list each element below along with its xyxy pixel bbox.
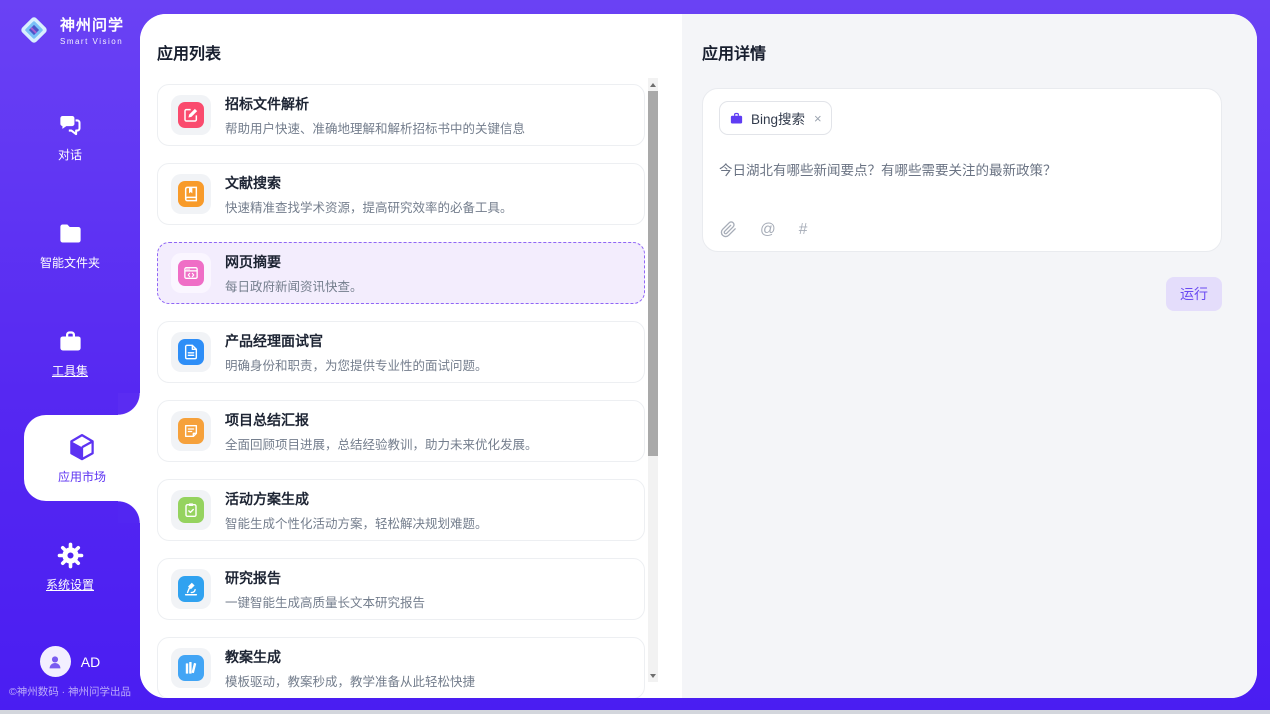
app-card-bid-analysis[interactable]: 招标文件解析 帮助用户快速、准确地理解和解析招标书中的关键信息 [157, 84, 645, 146]
briefcase-icon [57, 328, 84, 355]
app-desc: 全面回顾项目进展，总结经验教训，助力未来优化发展。 [225, 434, 538, 453]
hash-icon[interactable]: # [799, 222, 808, 238]
app-desc: 快速精准查找学术资源，提高研究效率的必备工具。 [225, 197, 513, 216]
microscope-icon [178, 576, 204, 602]
user-icon [46, 653, 64, 671]
app-list: 招标文件解析 帮助用户快速、准确地理解和解析招标书中的关键信息 文献搜索 快速精… [157, 84, 645, 698]
triangle-up-icon [650, 83, 656, 87]
clipboard-check-icon [178, 497, 204, 523]
cube-icon [67, 432, 97, 462]
app-card-lesson-plan[interactable]: 教案生成 模板驱动，教案秒成，教学准备从此轻松快捷 [157, 637, 645, 698]
brand-subtitle: Smart Vision [60, 37, 124, 46]
app-card-web-summary[interactable]: 网页摘要 每日政府新闻资讯快查。 [157, 242, 645, 304]
sidebar-item-label: 系统设置 [46, 576, 94, 593]
books-icon [178, 655, 204, 681]
tool-tag-label: Bing搜索 [751, 108, 805, 128]
prompt-card[interactable]: Bing搜索 × 今日湖北有哪些新闻要点？有哪些需要关注的最新政策？ @ # [702, 88, 1222, 252]
app-title: 教案生成 [225, 647, 475, 667]
sidebar-item-chat[interactable]: 对话 [0, 112, 140, 163]
sidebar-item-smart-folder[interactable]: 智能文件夹 [0, 220, 140, 271]
gear-icon [57, 542, 84, 569]
scroll-down-button[interactable] [648, 669, 658, 682]
paperclip-icon[interactable] [720, 221, 737, 238]
sidebar-item-label: 对话 [58, 146, 82, 163]
close-icon[interactable]: × [814, 111, 822, 126]
app-card-pm-interviewer[interactable]: 产品经理面试官 明确身份和职责，为您提供专业性的面试问题。 [157, 321, 645, 383]
app-title: 网页摘要 [225, 252, 363, 272]
scrollbar-thumb[interactable] [648, 91, 658, 456]
sidebar-item-toolset[interactable]: 工具集 [0, 328, 140, 379]
scroll-up-button[interactable] [648, 78, 658, 91]
app-list-title: 应用列表 [157, 40, 682, 64]
browser-code-icon [178, 260, 204, 286]
app-desc: 每日政府新闻资讯快查。 [225, 276, 363, 295]
edit-icon [178, 102, 204, 128]
folder-icon [57, 220, 84, 247]
app-desc: 模板驱动，教案秒成，教学准备从此轻松快捷 [225, 671, 475, 690]
note-icon [178, 418, 204, 444]
app-detail-title: 应用详情 [702, 40, 1222, 64]
brand-diamond-icon [16, 12, 52, 48]
app-title: 活动方案生成 [225, 489, 488, 509]
app-desc: 帮助用户快速、准确地理解和解析招标书中的关键信息 [225, 118, 525, 137]
list-scrollbar[interactable] [648, 78, 658, 682]
book-icon [178, 181, 204, 207]
chat-icon [57, 112, 84, 139]
app-title: 招标文件解析 [225, 94, 525, 114]
mention-icon[interactable]: @ [760, 222, 776, 238]
run-button[interactable]: 运行 [1166, 277, 1222, 311]
sidebar-item-app-market[interactable]: 应用市场 [24, 415, 140, 501]
document-icon [178, 339, 204, 365]
prompt-text[interactable]: 今日湖北有哪些新闻要点？有哪些需要关注的最新政策？ [719, 159, 1205, 179]
avatar [40, 646, 71, 677]
app-title: 研究报告 [225, 568, 425, 588]
sidebar-item-label: 应用市场 [58, 468, 106, 485]
app-title: 文献搜索 [225, 173, 513, 193]
main-content: 应用列表 招标文件解析 帮助用户快速、准确地理解和解析招标书中的关键信息 文献搜… [140, 14, 1257, 698]
app-desc: 明确身份和职责，为您提供专业性的面试问题。 [225, 355, 488, 374]
app-title: 项目总结汇报 [225, 410, 538, 430]
tool-tag-bing-search[interactable]: Bing搜索 × [719, 101, 832, 135]
brand-name: 神州问学 [60, 14, 124, 35]
app-card-project-report[interactable]: 项目总结汇报 全面回顾项目进展，总结经验教训，助力未来优化发展。 [157, 400, 645, 462]
brand-logo: 神州问学 Smart Vision [0, 12, 140, 48]
app-title: 产品经理面试官 [225, 331, 488, 351]
app-desc: 一键智能生成高质量长文本研究报告 [225, 592, 425, 611]
triangle-down-icon [650, 674, 656, 678]
app-card-literature-search[interactable]: 文献搜索 快速精准查找学术资源，提高研究效率的必备工具。 [157, 163, 645, 225]
sidebar: 神州问学 Smart Vision 对话 智能文件夹 工具集 应用市场 系统设置… [0, 0, 140, 714]
app-card-research-report[interactable]: 研究报告 一键智能生成高质量长文本研究报告 [157, 558, 645, 620]
user-initials: AD [81, 654, 100, 670]
app-list-panel: 应用列表 招标文件解析 帮助用户快速、准确地理解和解析招标书中的关键信息 文献搜… [140, 14, 682, 698]
app-desc: 智能生成个性化活动方案，轻松解决规划难题。 [225, 513, 488, 532]
sidebar-item-settings[interactable]: 系统设置 [0, 542, 140, 593]
user-account[interactable]: AD [0, 646, 140, 677]
composer-toolbar: @ # [720, 221, 807, 238]
app-detail-panel: 应用详情 Bing搜索 × 今日湖北有哪些新闻要点？有哪些需要关注的最新政策？ … [682, 14, 1257, 698]
copyright-footer: ©神州数码 · 神州问学出品 [0, 684, 140, 699]
sidebar-item-label: 智能文件夹 [40, 254, 100, 271]
app-card-event-plan[interactable]: 活动方案生成 智能生成个性化活动方案，轻松解决规划难题。 [157, 479, 645, 541]
briefcase-icon [729, 111, 744, 126]
sidebar-item-label: 工具集 [52, 362, 88, 379]
